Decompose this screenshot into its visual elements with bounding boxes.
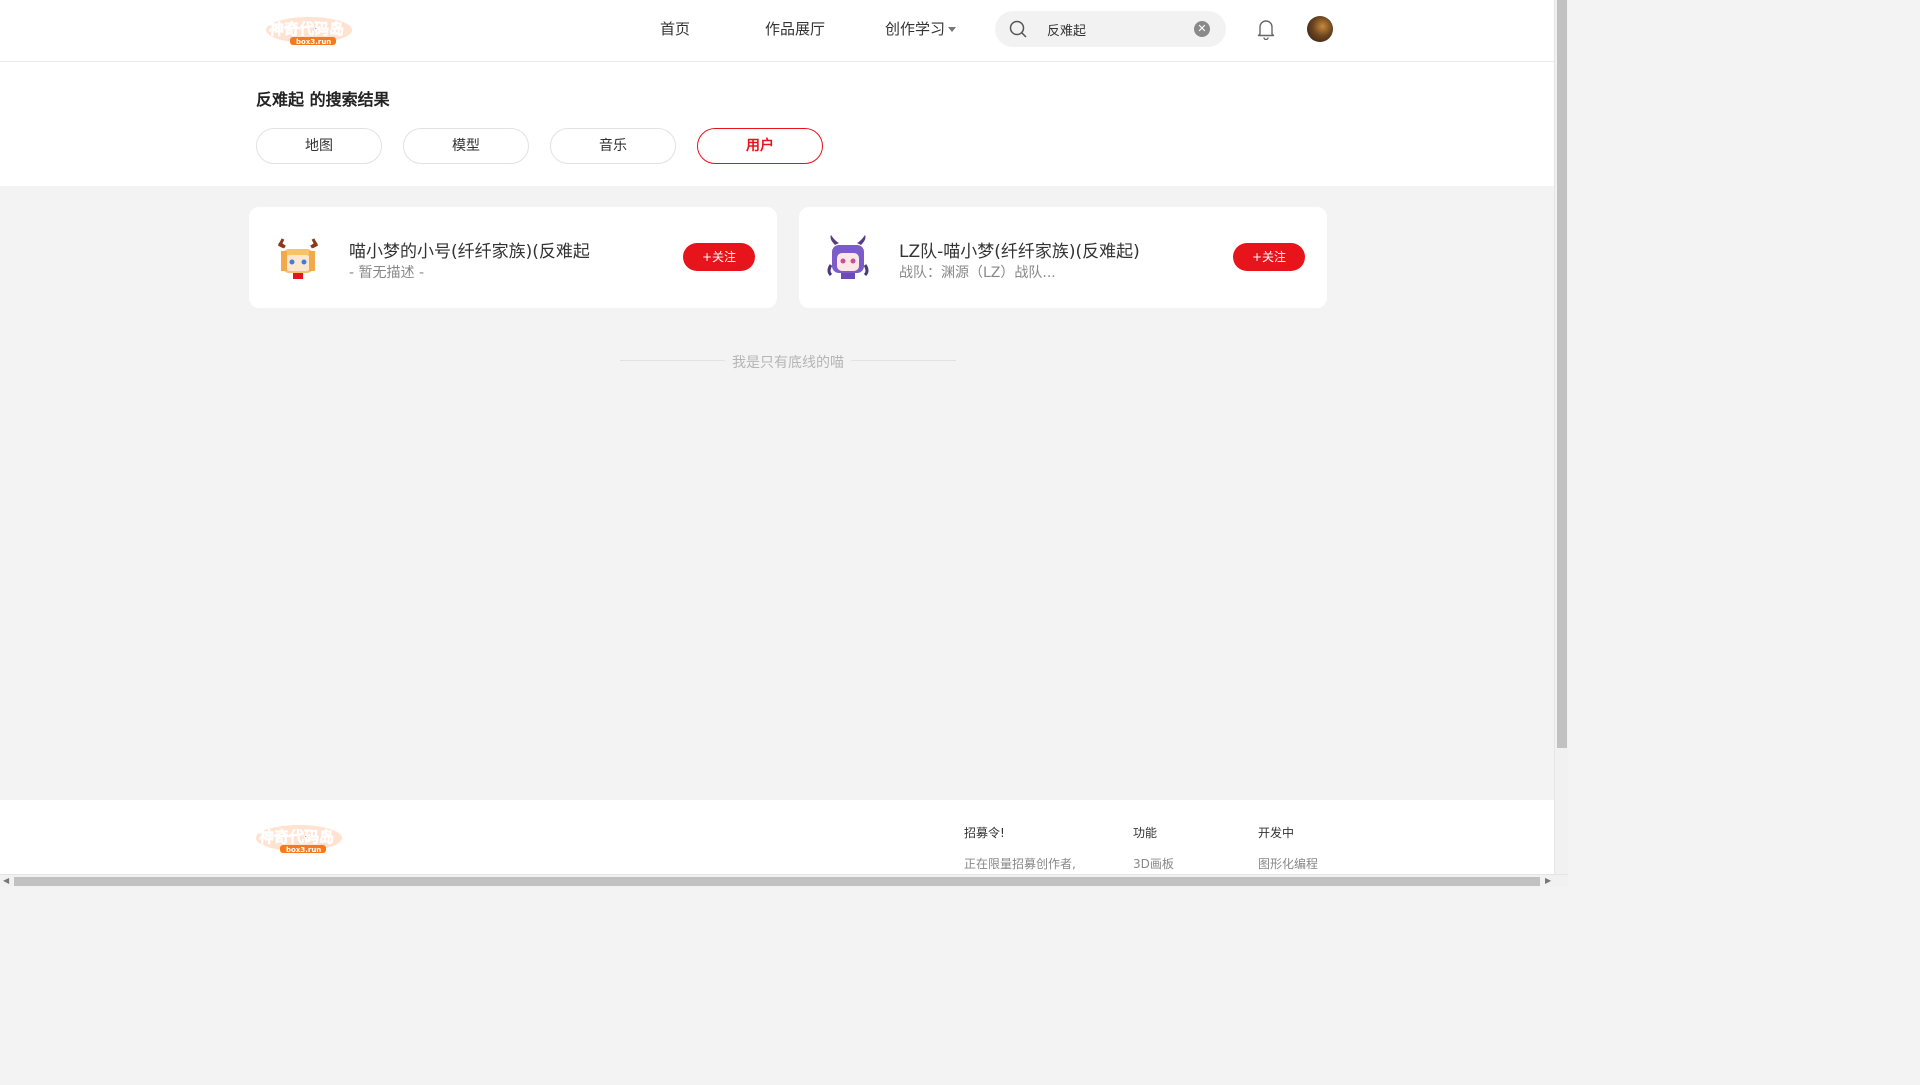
user-description: - 暂无描述 -: [349, 265, 425, 281]
user-card[interactable]: 喵小梦的小号(纤纤家族)(反难起 - 暂无描述 - +关注: [249, 207, 777, 308]
nav-learn[interactable]: 创作学习: [885, 18, 957, 39]
search-results-header: 反难起 的搜索结果 地图 模型 音乐 用户: [0, 62, 1554, 186]
horizontal-scrollbar[interactable]: ◀ ▶: [0, 874, 1568, 887]
svg-text:box3.run: box3.run: [286, 846, 321, 854]
footer-heading: 招募令!: [964, 826, 1005, 840]
follow-button[interactable]: +关注: [1233, 243, 1305, 271]
user-name[interactable]: LZ队-喵小梦(纤纤家族)(反难起): [899, 237, 1140, 262]
user-description: 战队：渊源（LZ）战队...: [899, 265, 1056, 281]
tab-user[interactable]: 用户: [697, 128, 823, 164]
end-of-list-text: 我是只有底线的喵: [732, 355, 844, 371]
brand-logo[interactable]: 神奇代码岛 box3.run: [264, 14, 354, 46]
footer-col-recruit: 招募令! 正在限量招募创作者,: [964, 824, 1076, 872]
bell-icon[interactable]: [1256, 18, 1276, 44]
tab-model[interactable]: 模型: [403, 128, 529, 164]
top-header: 神奇代码岛 box3.run 首页 作品展厅 创作学习 ✕: [0, 0, 1554, 62]
nav-learn-label: 创作学习: [885, 20, 946, 38]
footer-link[interactable]: 3D画板: [1133, 855, 1174, 872]
clear-icon[interactable]: ✕: [1194, 21, 1210, 37]
tab-music[interactable]: 音乐: [550, 128, 676, 164]
follow-button[interactable]: +关注: [683, 243, 755, 271]
scrollbar-thumb[interactable]: [14, 877, 1540, 886]
scroll-right-icon[interactable]: ▶: [1545, 876, 1551, 885]
search-box[interactable]: ✕: [995, 11, 1226, 47]
user-name[interactable]: 喵小梦的小号(纤纤家族)(反难起: [349, 237, 590, 262]
search-input[interactable]: [1047, 19, 1187, 39]
user-avatar-horned[interactable]: [823, 233, 873, 283]
svg-text:神奇代码岛: 神奇代码岛: [259, 828, 334, 846]
chevron-down-icon: [948, 27, 957, 32]
page-title: 反难起 的搜索结果: [256, 90, 390, 109]
nav-home[interactable]: 首页: [660, 18, 690, 39]
end-of-list: 我是只有底线的喵: [620, 352, 956, 371]
scroll-left-icon[interactable]: ◀: [3, 876, 9, 885]
svg-text:神奇代码岛: 神奇代码岛: [269, 20, 344, 38]
footer-col-dev: 开发中 图形化编程: [1258, 824, 1318, 872]
footer-heading: 功能: [1133, 826, 1158, 840]
user-card[interactable]: LZ队-喵小梦(纤纤家族)(反难起) 战队：渊源（LZ）战队... +关注: [799, 207, 1327, 308]
footer-col-features: 功能 3D画板: [1133, 824, 1174, 872]
footer-logo[interactable]: 神奇代码岛 box3.run: [254, 822, 344, 854]
footer-link[interactable]: 正在限量招募创作者,: [964, 855, 1076, 872]
footer-heading: 开发中: [1258, 826, 1295, 840]
search-icon[interactable]: [1009, 20, 1027, 42]
svg-text:box3.run: box3.run: [296, 38, 331, 46]
user-avatar-deer[interactable]: [273, 233, 323, 283]
footer: 神奇代码岛 box3.run 招募令! 正在限量招募创作者, 功能 3D画板 开…: [0, 800, 1554, 874]
footer-link[interactable]: 图形化编程: [1258, 855, 1318, 872]
scrollbar-thumb[interactable]: [1557, 0, 1567, 748]
vertical-scrollbar[interactable]: [1554, 0, 1568, 874]
nav-gallery[interactable]: 作品展厅: [765, 18, 825, 39]
tab-map[interactable]: 地图: [256, 128, 382, 164]
user-avatar[interactable]: [1307, 16, 1333, 42]
